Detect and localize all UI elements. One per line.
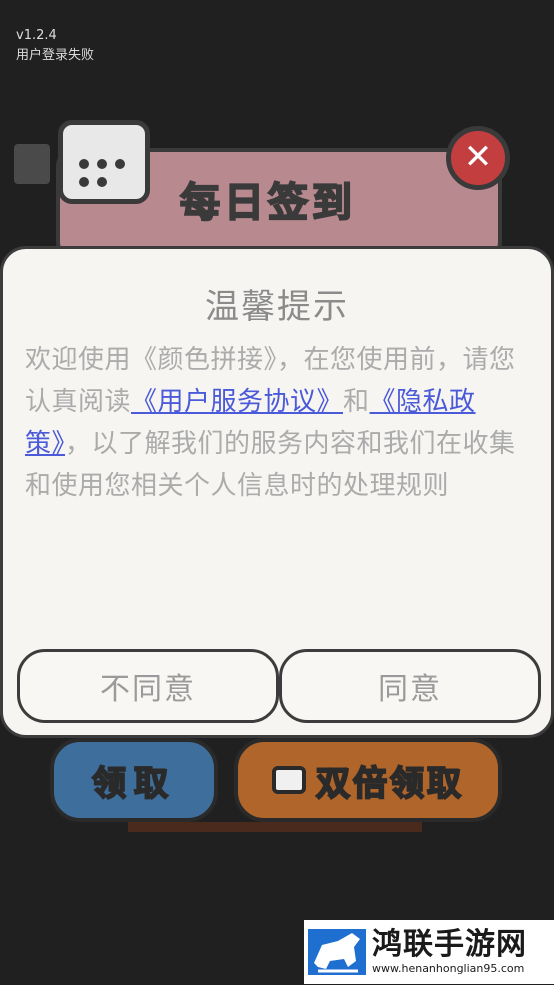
double-claim-button: 双倍领取 — [234, 738, 502, 822]
calendar-icon — [58, 120, 150, 204]
dialog-body: 欢迎使用《颜色拼接》，在您使用前，请您认真阅读《用户服务协议》和《隐私政策》，以… — [25, 339, 531, 507]
watermark-url: www.henanhonglian95.com — [372, 962, 525, 975]
version-label: v1.2.4 — [16, 28, 57, 43]
login-status-label: 用户登录失败 — [16, 48, 95, 63]
body-text-outro: ，以了解我们的服务内容和我们在收集和使用您相关个人信息时的处理规则 — [25, 429, 516, 501]
body-text-and: 和 — [343, 387, 370, 417]
claim-label: 领取 — [91, 763, 176, 805]
sound-icon — [14, 144, 50, 184]
watermark-title: 鸿联手游网 — [372, 927, 527, 962]
progress-strip — [128, 822, 422, 832]
daily-signin-title: 每日签到 — [179, 179, 356, 227]
privacy-dialog: 温馨提示 欢迎使用《颜色拼接》，在您使用前，请您认真阅读《用户服务协议》和《隐私… — [0, 246, 554, 738]
claim-button: 领取 — [50, 738, 218, 822]
disagree-label: 不同意 — [100, 672, 196, 707]
agree-label: 同意 — [378, 672, 442, 707]
panel-close-button: ✕ — [446, 126, 510, 190]
agree-button[interactable]: 同意 — [279, 649, 541, 723]
dialog-title: 温馨提示 — [205, 287, 349, 327]
debug-info: v1.2.4 用户登录失败 — [16, 26, 94, 66]
disagree-button[interactable]: 不同意 — [17, 649, 279, 723]
video-icon — [272, 766, 306, 794]
close-icon: ✕ — [463, 137, 493, 177]
bull-logo-icon — [308, 923, 366, 981]
double-claim-label: 双倍领取 — [315, 763, 464, 805]
terms-link[interactable]: 《用户服务协议》 — [131, 387, 343, 417]
site-watermark: 鸿联手游网 www.henanhonglian95.com — [304, 920, 554, 984]
